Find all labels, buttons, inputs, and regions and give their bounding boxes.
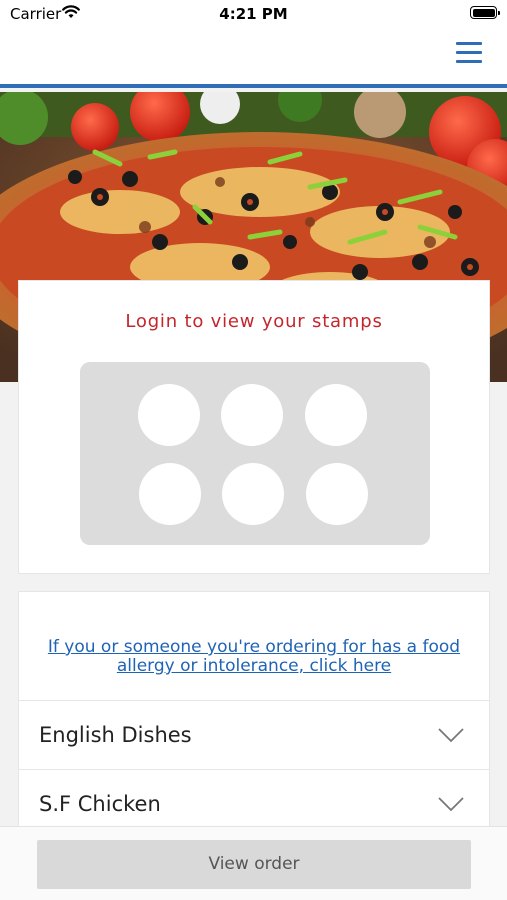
chevron-down-icon [438, 797, 464, 812]
category-label: English Dishes [39, 723, 192, 747]
stamp-slot [139, 463, 201, 525]
battery-icon [470, 6, 500, 19]
allergy-card: If you or someone you're ordering for ha… [18, 591, 490, 701]
category-label: S.F Chicken [39, 792, 161, 816]
status-bar: Carrier 4:21 PM [0, 0, 507, 28]
allergy-info-link[interactable]: If you or someone you're ordering for ha… [39, 638, 469, 676]
status-time: 4:21 PM [219, 5, 288, 23]
stamp-slot [221, 384, 283, 446]
stamp-slot [305, 384, 367, 446]
stamp-slot [138, 384, 200, 446]
app-screen: Carrier 4:21 PM Login to view your stamp… [0, 0, 507, 900]
stamp-card: Login to view your stamps [18, 280, 490, 574]
stamp-slot [222, 463, 284, 525]
stamp-grid [80, 362, 430, 545]
view-order-button[interactable]: View order [37, 840, 471, 889]
chevron-down-icon [438, 728, 464, 743]
hamburger-menu-icon[interactable] [456, 42, 482, 64]
stamp-slot [306, 463, 368, 525]
footer-bar: View order [0, 826, 507, 900]
stamp-login-title[interactable]: Login to view your stamps [19, 311, 489, 332]
nav-bar [0, 28, 507, 88]
category-english-dishes[interactable]: English Dishes [18, 700, 490, 770]
